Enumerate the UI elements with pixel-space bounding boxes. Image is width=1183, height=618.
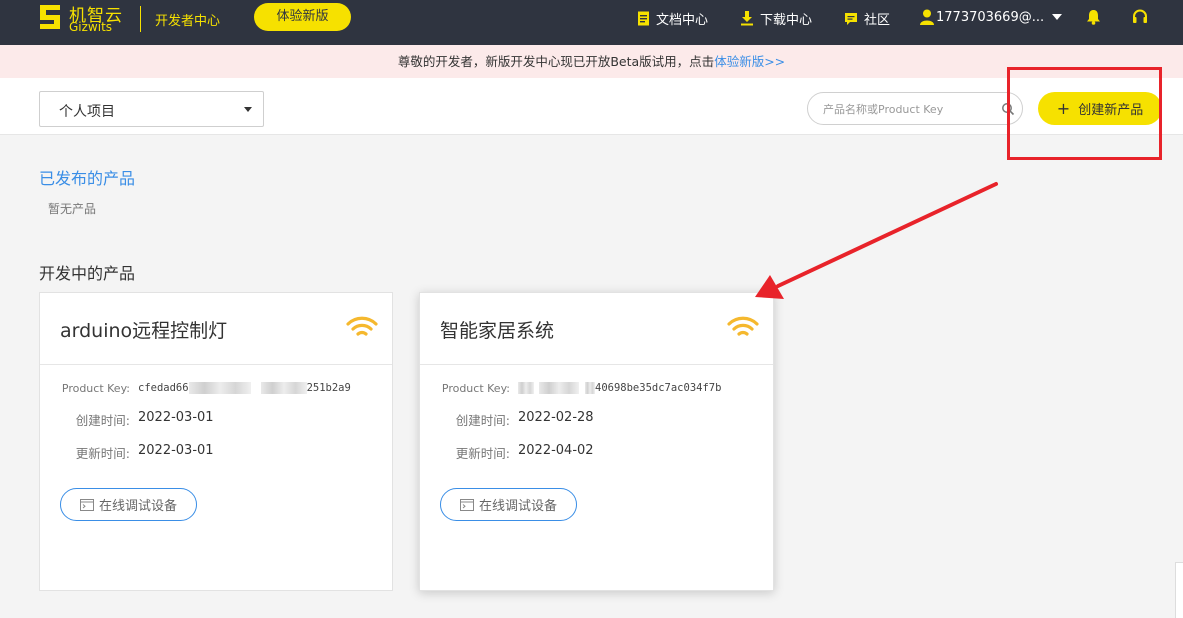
logo-icon	[40, 5, 60, 29]
online-debug-button[interactable]: 在线调试设备	[60, 488, 197, 521]
created-time-value: 2022-02-28	[518, 410, 594, 425]
beta-notice-banner: 尊敬的开发者，新版开发中心现已开放Beta版试用，点击体验新版>>	[0, 45, 1183, 78]
online-debug-label: 在线调试设备	[478, 499, 557, 514]
developer-center-title[interactable]: 开发者中心	[155, 10, 220, 29]
product-key-label: Product Key:	[61, 382, 130, 395]
created-time-label: 创建时间:	[455, 413, 510, 428]
banner-text: 尊敬的开发者，新版开发中心现已开放Beta版试用，点击	[397, 54, 715, 69]
gizwits-logo[interactable]: 机智云 Gizwits	[38, 2, 128, 34]
side-widget[interactable]	[1175, 562, 1183, 618]
create-product-label: 创建新产品	[1078, 103, 1144, 118]
nav-docs[interactable]: 文档中心	[637, 9, 708, 28]
nav-download-label: 下载中心	[760, 13, 813, 28]
created-time-row: 创建时间: 2022-02-28	[420, 410, 594, 429]
create-product-button[interactable]: + 创建新产品	[1038, 92, 1162, 125]
online-debug-label: 在线调试设备	[98, 499, 177, 514]
product-name[interactable]: 智能家居系统	[440, 316, 554, 343]
updated-time-label: 更新时间:	[455, 446, 510, 461]
nav-community[interactable]: 社区	[844, 9, 890, 28]
search-icon[interactable]	[1001, 102, 1015, 116]
terminal-icon	[459, 498, 474, 511]
user-menu[interactable]: 1773703669@...	[920, 9, 1068, 25]
terminal-icon	[79, 498, 94, 511]
published-empty-text: 暂无产品	[48, 202, 97, 216]
created-time-label: 创建时间:	[75, 413, 130, 428]
bell-icon	[1087, 10, 1100, 25]
product-key-label: Product Key:	[441, 382, 510, 395]
caret-down-icon	[244, 107, 252, 112]
created-time-row: 创建时间: 2022-03-01	[40, 410, 214, 429]
nav-community-label: 社区	[864, 13, 891, 28]
developing-products-title: 开发中的产品	[39, 264, 136, 283]
updated-time-value: 2022-03-01	[138, 443, 214, 458]
user-icon	[920, 9, 934, 25]
product-card[interactable]: 智能家居系统 Product Key: 40698be35dc7ac034f7b…	[419, 292, 774, 591]
product-key-row: Product Key: cfedad66 251b2a9	[40, 380, 351, 395]
wifi-icon	[346, 316, 378, 336]
published-products-title[interactable]: 已发布的产品	[39, 165, 135, 189]
logo-text-en: Gizwits	[69, 20, 113, 34]
nav-download[interactable]: 下载中心	[740, 9, 812, 28]
product-search-input[interactable]	[823, 100, 993, 118]
product-key-value: 40698be35dc7ac034f7b	[518, 380, 721, 395]
product-key-row: Product Key: 40698be35dc7ac034f7b	[420, 380, 721, 395]
updated-time-label: 更新时间:	[75, 446, 130, 461]
top-navbar: 机智云 Gizwits 开发者中心 体验新版 文档中心 下载中心 社区 1773…	[0, 0, 1183, 45]
plus-icon: +	[1056, 98, 1071, 118]
created-time-value: 2022-03-01	[138, 410, 214, 425]
updated-time-value: 2022-04-02	[518, 443, 594, 458]
document-icon	[638, 11, 649, 26]
project-select[interactable]: 个人项目	[39, 91, 264, 127]
product-search	[807, 92, 1023, 125]
headset-icon	[1133, 9, 1147, 23]
chat-icon	[845, 12, 857, 25]
header-divider	[140, 6, 141, 32]
nav-docs-label: 文档中心	[656, 13, 709, 28]
product-card-header: 智能家居系统	[420, 293, 773, 365]
support-button[interactable]	[1132, 9, 1154, 25]
product-toolbar: 个人项目 + 创建新产品	[0, 78, 1183, 135]
download-icon	[741, 11, 753, 26]
try-new-version-button[interactable]: 体验新版	[254, 3, 351, 31]
user-account-label: 1773703669@...	[936, 9, 1045, 25]
product-key-value: cfedad66 251b2a9	[138, 382, 351, 394]
project-select-value: 个人项目	[59, 104, 115, 120]
notification-button[interactable]	[1086, 9, 1107, 25]
updated-time-row: 更新时间: 2022-04-02	[420, 443, 594, 462]
product-card[interactable]: arduino远程控制灯 Product Key: cfedad66 251b2a…	[39, 292, 393, 591]
caret-down-icon	[1052, 14, 1063, 20]
wifi-icon	[727, 316, 759, 336]
online-debug-button[interactable]: 在线调试设备	[440, 488, 577, 521]
product-name[interactable]: arduino远程控制灯	[60, 316, 227, 343]
banner-try-new-link[interactable]: 体验新版>>	[714, 54, 785, 69]
updated-time-row: 更新时间: 2022-03-01	[40, 443, 214, 462]
product-card-header: arduino远程控制灯	[40, 293, 392, 365]
